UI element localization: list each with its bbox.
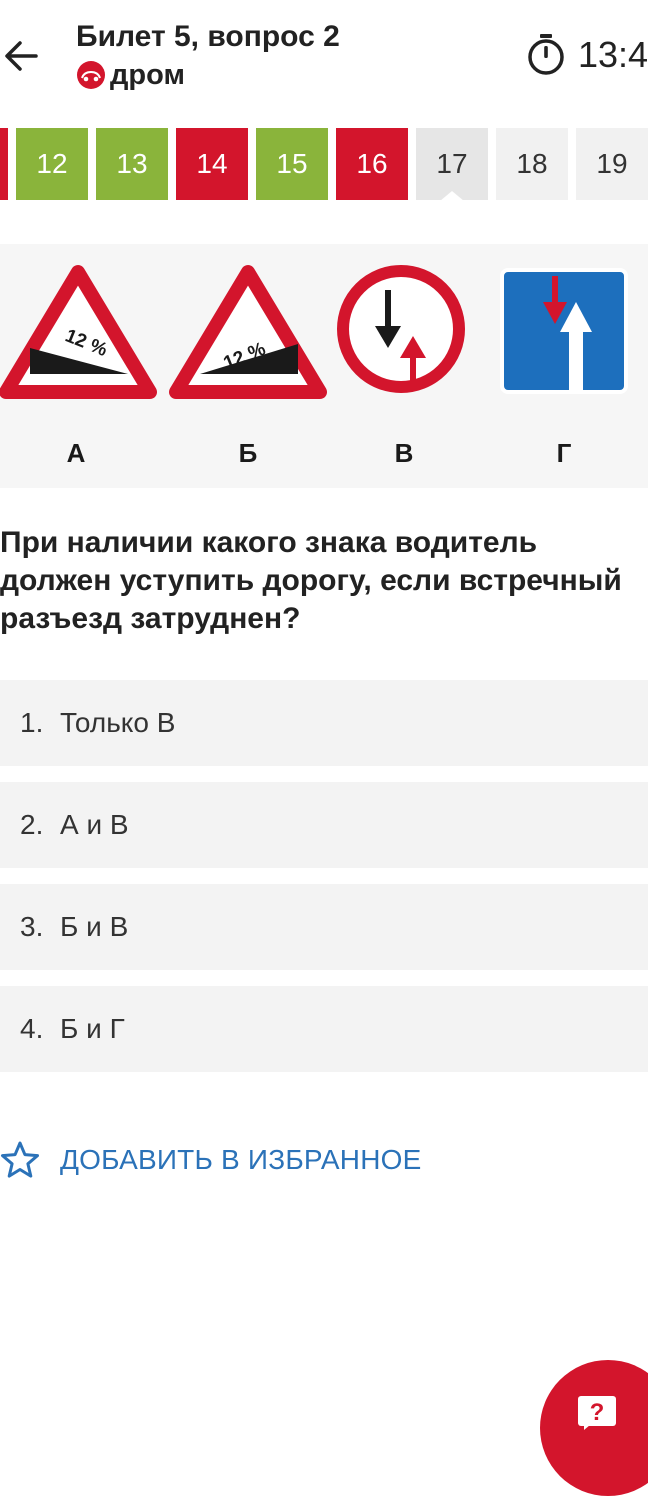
answer-option-4[interactable]: 4. Б и Г xyxy=(0,986,648,1072)
stopwatch-icon xyxy=(528,34,564,75)
question-number-strip: 12 13 14 15 16 17 18 19 xyxy=(0,128,648,208)
answer-text: Только В xyxy=(60,707,176,738)
question-number-18[interactable]: 18 xyxy=(496,128,568,200)
add-to-favorites-label: ДОБАВИТЬ В ИЗБРАННОЕ xyxy=(60,1144,422,1175)
question-number-12[interactable]: 12 xyxy=(16,128,88,200)
answer-number: 4. xyxy=(20,1013,44,1044)
answer-number: 1. xyxy=(20,707,44,738)
sign-label-a: А xyxy=(67,438,86,468)
question-number-prev[interactable] xyxy=(0,128,8,200)
answer-text: Б и Г xyxy=(60,1013,125,1044)
road-signs-image: 12 % 12 % А Б В Г xyxy=(0,244,648,488)
question-number-13[interactable]: 13 xyxy=(96,128,168,200)
answer-text: А и В xyxy=(60,809,129,840)
question-number-15[interactable]: 15 xyxy=(256,128,328,200)
drom-logo-icon xyxy=(77,61,105,89)
steep-descent-sign: 12 % xyxy=(0,265,157,399)
answer-option-2[interactable]: 2. А и В xyxy=(0,782,648,868)
answer-option-1[interactable]: 1. Только В xyxy=(0,680,648,766)
back-button[interactable] xyxy=(0,30,44,82)
add-to-favorites-button[interactable]: ДОБАВИТЬ В ИЗБРАННОЕ xyxy=(0,1138,421,1182)
question-number-17-current[interactable]: 17 xyxy=(416,128,488,201)
answer-number: 2. xyxy=(20,809,44,840)
help-fab-button[interactable]: ? xyxy=(540,1360,648,1496)
svg-text:?: ? xyxy=(590,1399,605,1426)
timer-text: 13:4 xyxy=(578,34,648,75)
oncoming-priority-sign xyxy=(337,265,465,393)
star-icon xyxy=(1,1141,39,1178)
answer-option-3[interactable]: 3. Б и В xyxy=(0,884,648,970)
sign-label-v: В xyxy=(395,438,414,468)
app-header: Билет 5, вопрос 2 дром 13:4 xyxy=(0,0,648,110)
arrow-left-icon xyxy=(5,41,38,71)
brand: дром xyxy=(76,58,185,92)
priority-over-oncoming-sign xyxy=(500,268,628,394)
question-number-14[interactable]: 14 xyxy=(176,128,248,200)
sign-label-b: Б xyxy=(239,438,258,468)
question-bubble-icon: ? xyxy=(578,1396,616,1430)
sign-label-g: Г xyxy=(557,438,572,468)
question-text: При наличии какого знака водитель должен… xyxy=(0,526,622,635)
answer-number: 3. xyxy=(20,911,44,942)
answer-text: Б и В xyxy=(60,911,129,942)
brand-name: дром xyxy=(110,58,185,91)
question-number-19[interactable]: 19 xyxy=(576,128,648,200)
page-title: Билет 5, вопрос 2 xyxy=(76,20,340,53)
steep-ascent-sign: 12 % xyxy=(169,265,327,399)
question-number-16[interactable]: 16 xyxy=(336,128,408,200)
